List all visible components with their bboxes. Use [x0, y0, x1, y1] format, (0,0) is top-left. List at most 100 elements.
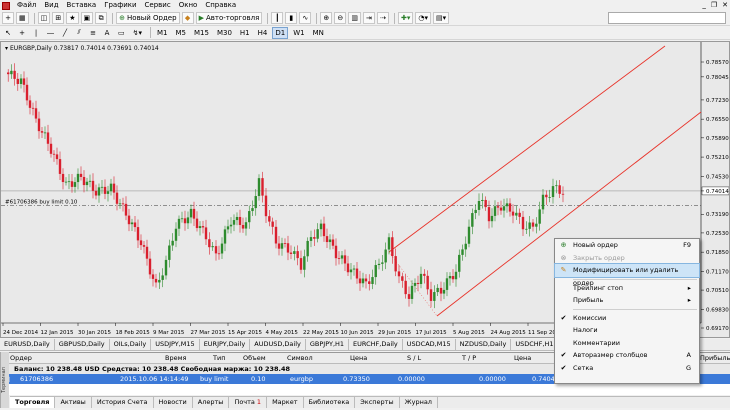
context-menu-item[interactable]: ✔ Авторазмер столбцов A: [555, 349, 699, 362]
chart-tab[interactable]: OILs,Daily: [109, 339, 152, 350]
data-window-icon[interactable]: ⊞: [52, 12, 65, 24]
chart-shift-icon[interactable]: ⇥: [362, 12, 375, 24]
tab-9[interactable]: Журнал: [400, 397, 438, 408]
timeframe-m30-button[interactable]: M30: [214, 27, 235, 39]
menu-item[interactable]: Вставка: [63, 0, 101, 11]
column-header[interactable]: Объем: [243, 353, 266, 364]
auto-trading-button[interactable]: ▶ Авто-торговля: [195, 12, 263, 24]
context-menu-item[interactable]: Прибыль ▸: [555, 294, 699, 307]
tab-2[interactable]: История Счета: [92, 397, 154, 408]
chart-tab[interactable]: USDJPY,M15: [151, 339, 200, 350]
column-header[interactable]: Прибыль: [700, 353, 730, 364]
column-header[interactable]: Время: [165, 353, 186, 364]
chart-tab[interactable]: GBPUSD,Daily: [54, 339, 110, 350]
context-menu-item[interactable]: ✔ Сетка G: [555, 362, 699, 375]
chart-tab[interactable]: USDCHF,H1: [511, 339, 559, 350]
context-menu-item[interactable]: Комментарии: [555, 337, 699, 350]
tab-8[interactable]: Эксперты: [355, 397, 400, 408]
line-chart-icon[interactable]: ∿: [299, 12, 312, 24]
timeframe-mn-button[interactable]: MN: [310, 27, 327, 39]
menu-item[interactable]: Сервис: [141, 0, 175, 11]
cursor-icon[interactable]: ↖: [2, 27, 14, 39]
column-header[interactable]: Цена: [350, 353, 367, 364]
chart-tab[interactable]: AUDUSD,Daily: [250, 339, 306, 350]
templates-icon[interactable]: ▤▾: [432, 12, 450, 24]
order-tp: 0.00000: [479, 375, 506, 383]
horizontal-line-icon[interactable]: ―: [44, 27, 57, 39]
tab-3[interactable]: Новости: [154, 397, 193, 408]
metaeditor-icon[interactable]: ◆: [181, 12, 194, 24]
chart-tab[interactable]: GBPJPY,H1: [305, 339, 350, 350]
menu-item[interactable]: Окно: [175, 0, 202, 11]
terminal-tabs: Торговля Активы История Счета Новости Алерты…: [10, 396, 730, 408]
chart-tab[interactable]: EURUSD,Daily: [0, 339, 55, 350]
profiles-icon[interactable]: ▦: [16, 12, 29, 24]
zoom-in-icon[interactable]: ⊕: [320, 12, 333, 24]
bar-chart-icon[interactable]: ┃: [271, 12, 284, 24]
vertical-line-icon[interactable]: |: [30, 27, 42, 39]
zoom-out-icon[interactable]: ⊖: [334, 12, 347, 24]
search-input[interactable]: [608, 12, 726, 24]
column-header[interactable]: Символ: [287, 353, 313, 364]
restore-icon[interactable]: ❐: [711, 1, 717, 9]
column-header[interactable]: Тип: [213, 353, 225, 364]
tab-7[interactable]: Библиотека: [304, 397, 356, 408]
tile-windows-icon[interactable]: ▥: [348, 12, 361, 24]
menu-item[interactable]: Вид: [40, 0, 62, 11]
terminal-side-label[interactable]: Терминал: [0, 352, 9, 408]
label-icon[interactable]: ▭: [115, 27, 128, 39]
timeframe-m1-button[interactable]: M1: [154, 27, 171, 39]
candle-body: [525, 228, 528, 230]
context-menu-item[interactable]: ✎ Модифицировать или удалить ордер: [554, 263, 700, 287]
channel-icon[interactable]: ⫽: [73, 27, 85, 39]
context-menu-item[interactable]: ⊕ Новый ордер F9: [555, 239, 699, 252]
candle-body: [303, 256, 306, 270]
column-header[interactable]: T / P: [462, 353, 476, 364]
candlestick-chart-icon[interactable]: ▮: [285, 12, 298, 24]
tab-6[interactable]: Маркет: [267, 397, 304, 408]
close-icon[interactable]: ✕: [722, 1, 728, 9]
fibonacci-icon[interactable]: ≡: [87, 27, 99, 39]
new-chart-icon[interactable]: +: [2, 12, 14, 24]
text-icon[interactable]: A: [101, 27, 113, 39]
timeframe-h4-button[interactable]: H4: [255, 27, 271, 39]
trendline-icon[interactable]: ╱: [59, 27, 71, 39]
indicators-icon[interactable]: ✚▾: [397, 12, 414, 24]
column-header[interactable]: Ордер: [10, 353, 32, 364]
app-logo-icon: [2, 1, 10, 10]
context-menu-item[interactable]: Налоги: [555, 324, 699, 337]
autoscroll-icon[interactable]: ⇢: [376, 12, 389, 24]
menu-item[interactable]: Файл: [13, 0, 40, 11]
timeframe-m5-button[interactable]: M5: [173, 27, 190, 39]
chart-tab[interactable]: EURCHF,Daily: [349, 339, 403, 350]
menu-item[interactable]: Справка: [201, 0, 240, 11]
candle-body: [487, 207, 491, 222]
new-order-button[interactable]: ⊕ Новый Ордер: [116, 12, 180, 24]
candle-body: [442, 289, 446, 294]
context-menu-item[interactable]: ✔ Комиссии: [555, 312, 699, 325]
chart-tab[interactable]: USDCAD,M15: [402, 339, 456, 350]
column-header[interactable]: Цена: [514, 353, 531, 364]
timeframe-m15-button[interactable]: M15: [191, 27, 212, 39]
crosshair-icon[interactable]: +: [16, 27, 28, 39]
timeframe-h1-button[interactable]: H1: [237, 27, 253, 39]
chart-tab[interactable]: EURJPY,Daily: [199, 339, 251, 350]
arrows-icon[interactable]: ↯▾: [130, 27, 145, 39]
terminal-icon[interactable]: ▣: [80, 12, 94, 24]
navigator-icon[interactable]: ★: [66, 12, 79, 24]
chart-tab[interactable]: NZDUSD,Daily: [455, 339, 512, 350]
market-watch-icon[interactable]: ◫: [37, 12, 51, 24]
minimize-icon[interactable]: _: [702, 1, 706, 9]
candle-body: [118, 203, 122, 205]
timeframe-d1-button[interactable]: D1: [272, 26, 289, 39]
periods-icon[interactable]: ◔▾: [415, 12, 431, 24]
tab-5[interactable]: Почта 1: [229, 397, 268, 408]
timeframe-w1-button[interactable]: W1: [290, 27, 307, 39]
tab-0[interactable]: Торговля: [10, 397, 56, 408]
context-menu-item[interactable]: Трейлинг стоп ▸: [555, 282, 699, 295]
menu-item[interactable]: Графики: [100, 0, 140, 11]
tester-icon[interactable]: ⧉: [95, 12, 108, 24]
tab-4[interactable]: Алерты: [193, 397, 230, 408]
tab-1[interactable]: Активы: [55, 397, 92, 408]
column-header[interactable]: S / L: [407, 353, 421, 364]
